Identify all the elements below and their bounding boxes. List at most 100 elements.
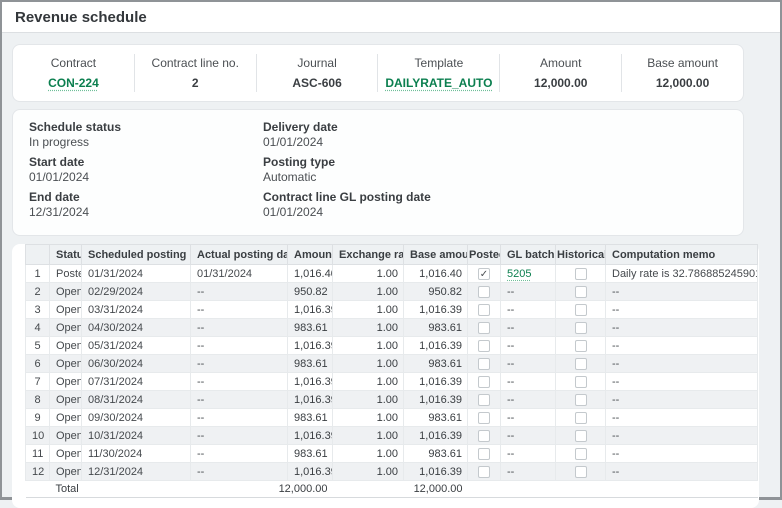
contract-link[interactable]: CON-224 (17, 76, 130, 90)
historical-checkbox[interactable] (575, 466, 587, 478)
journal-value: ASC-606 (261, 76, 374, 90)
posted-cell (468, 409, 501, 427)
row-number: 4 (26, 319, 50, 337)
revenue-schedule-table-card: StatusScheduled posting dateActual posti… (12, 244, 759, 508)
template-link[interactable]: DAILYRATE_AUTO (382, 76, 495, 90)
exchange-rate-cell: 1.00 (333, 391, 404, 409)
summary-field-journal: Journal ASC-606 (256, 54, 378, 92)
actual-posting-date-cell: -- (191, 355, 288, 373)
historical-checkbox[interactable] (575, 448, 587, 460)
posted-checkbox[interactable] (478, 304, 490, 316)
historical-cell (556, 391, 606, 409)
posted-checkbox[interactable] (478, 286, 490, 298)
posted-cell (468, 373, 501, 391)
exchange-rate-cell: 1.00 (333, 265, 404, 283)
row-number: 3 (26, 301, 50, 319)
gl-batch-cell: -- (501, 427, 556, 445)
computation-memo-cell: -- (606, 355, 758, 373)
gl-batch-cell: 5205 (501, 265, 556, 283)
historical-checkbox[interactable] (575, 286, 587, 298)
posting-type-value: Automatic (263, 170, 431, 185)
posted-checkbox[interactable] (478, 322, 490, 334)
computation-memo-cell: -- (606, 373, 758, 391)
historical-checkbox[interactable] (575, 376, 587, 388)
table-row: 3Open03/31/2024--1,016.391.001,016.39---… (26, 301, 758, 319)
summary-field-template: Template DAILYRATE_AUTO (377, 54, 499, 92)
posted-checkbox[interactable] (478, 376, 490, 388)
start-date-label: Start date (29, 155, 263, 170)
column-header: Base amount (404, 245, 468, 265)
scheduled-posting-date-cell: 05/31/2024 (82, 337, 191, 355)
scheduled-posting-date-cell: 03/31/2024 (82, 301, 191, 319)
base-amount-value: 12,000.00 (626, 76, 739, 90)
status-cell: Open (50, 391, 82, 409)
posted-checkbox[interactable] (478, 412, 490, 424)
posted-cell (468, 355, 501, 373)
historical-checkbox[interactable] (575, 268, 587, 280)
gl-batch-link[interactable]: 5205 (507, 268, 531, 280)
historical-cell (556, 355, 606, 373)
status-cell: Open (50, 427, 82, 445)
column-header: Actual posting date (191, 245, 288, 265)
amount-cell: 1,016.39 (288, 391, 333, 409)
posted-checkbox[interactable] (478, 430, 490, 442)
posted-cell (468, 301, 501, 319)
page-title: Revenue schedule (15, 9, 147, 26)
historical-checkbox[interactable] (575, 358, 587, 370)
base-amount-cell: 983.61 (404, 445, 468, 463)
scheduled-posting-date-cell: 01/31/2024 (82, 265, 191, 283)
row-number: 10 (26, 427, 50, 445)
base-amount-cell: 1,016.39 (404, 301, 468, 319)
actual-posting-date-cell: -- (191, 445, 288, 463)
computation-memo-cell: -- (606, 301, 758, 319)
end-date-field: End date 12/31/2024 (29, 190, 263, 220)
gl-batch-cell: -- (501, 463, 556, 481)
table-row: 5Open05/31/2024--1,016.391.001,016.39---… (26, 337, 758, 355)
schedule-status-label: Schedule status (29, 120, 263, 135)
end-date-value: 12/31/2024 (29, 205, 263, 220)
template-label: Template (382, 56, 495, 70)
status-cell: Open (50, 301, 82, 319)
table-row: 12Open12/31/2024--1,016.391.001,016.39--… (26, 463, 758, 481)
computation-memo-cell: -- (606, 319, 758, 337)
scheduled-posting-date-cell: 04/30/2024 (82, 319, 191, 337)
historical-checkbox[interactable] (575, 322, 587, 334)
posted-checkbox[interactable] (478, 394, 490, 406)
column-header: Amount (288, 245, 333, 265)
gl-posting-date-field: Contract line GL posting date 01/01/2024 (263, 190, 431, 220)
historical-cell (556, 283, 606, 301)
status-cell: Open (50, 319, 82, 337)
posted-checkbox[interactable] (478, 448, 490, 460)
base-amount-cell: 983.61 (404, 409, 468, 427)
gl-posting-date-label: Contract line GL posting date (263, 190, 431, 205)
posted-checkbox[interactable] (478, 340, 490, 352)
computation-memo-cell: -- (606, 427, 758, 445)
historical-checkbox[interactable] (575, 430, 587, 442)
posted-checkbox[interactable] (478, 358, 490, 370)
exchange-rate-cell: 1.00 (333, 409, 404, 427)
historical-checkbox[interactable] (575, 394, 587, 406)
table-row: 8Open08/31/2024--1,016.391.001,016.39---… (26, 391, 758, 409)
actual-posting-date-cell: -- (191, 409, 288, 427)
posted-checkbox[interactable] (478, 466, 490, 478)
column-header: GL batch (501, 245, 556, 265)
historical-cell (556, 445, 606, 463)
historical-cell (556, 337, 606, 355)
scheduled-posting-date-cell: 07/31/2024 (82, 373, 191, 391)
amount-cell: 1,016.40 (288, 265, 333, 283)
historical-cell (556, 319, 606, 337)
historical-checkbox[interactable] (575, 412, 587, 424)
exchange-rate-cell: 1.00 (333, 373, 404, 391)
historical-checkbox[interactable] (575, 340, 587, 352)
gl-batch-cell: -- (501, 373, 556, 391)
historical-checkbox[interactable] (575, 304, 587, 316)
gl-batch-cell: -- (501, 409, 556, 427)
status-cell: Open (50, 463, 82, 481)
posted-checkbox[interactable]: ✓ (478, 268, 490, 280)
summary-field-amount: Amount 12,000.00 (499, 54, 621, 92)
computation-memo-cell: -- (606, 337, 758, 355)
status-cell: Open (50, 445, 82, 463)
schedule-details-card: Schedule status In progress Start date 0… (12, 109, 744, 236)
actual-posting-date-cell: -- (191, 319, 288, 337)
actual-posting-date-cell: -- (191, 283, 288, 301)
